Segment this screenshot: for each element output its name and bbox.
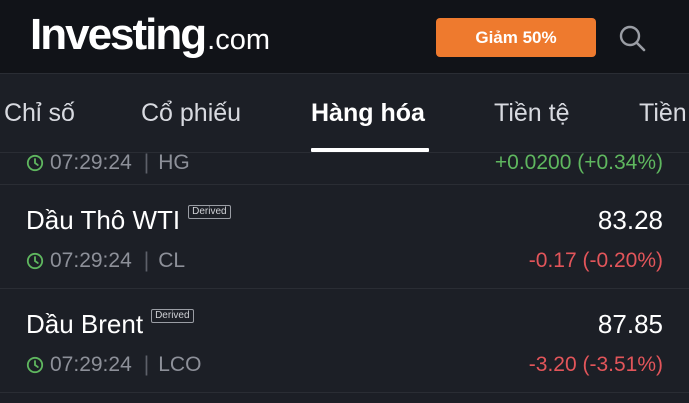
- clock-icon: [26, 154, 44, 172]
- row-change: +0.0200 (+0.34%): [494, 152, 663, 174]
- category-tabs: Chỉ số Cổ phiếu Hàng hóa Tiền tệ Tiền: [0, 74, 689, 153]
- row-meta: 07:29:24 | LCO: [26, 350, 201, 380]
- logo-main-text: Investing: [30, 10, 207, 59]
- row-name: Dầu Brent Derived: [26, 306, 194, 342]
- row-meta: 07:29:24 | HG: [26, 152, 190, 178]
- row-name-text: Dầu Thô WTI: [26, 204, 181, 235]
- tab-chi-so[interactable]: Chỉ số: [4, 74, 75, 152]
- row-name-text: Dầu Brent: [26, 308, 144, 339]
- row-symbol: CL: [158, 249, 186, 272]
- tab-tien-te[interactable]: Tiền tệ: [494, 74, 570, 152]
- investing-logo[interactable]: Investing .com: [30, 10, 270, 60]
- tab-co-phieu[interactable]: Cổ phiếu: [141, 74, 241, 152]
- row-time: 07:29:24: [50, 152, 132, 174]
- separator: |: [143, 249, 150, 272]
- logo-suffix-text: .com: [207, 24, 270, 56]
- derived-badge: Derived: [151, 309, 194, 323]
- list-item-brent[interactable]: Dầu Brent Derived 87.85 07:29:24 | LCO -…: [0, 288, 689, 393]
- row-change: -0.17 (-0.20%): [528, 249, 663, 272]
- tab-tien[interactable]: Tiền: [639, 74, 687, 152]
- top-header: Investing .com Giảm 50%: [0, 0, 689, 74]
- row-symbol: LCO: [158, 353, 202, 376]
- search-icon: [619, 25, 646, 52]
- derived-badge: Derived: [188, 205, 231, 219]
- app: Investing .com Giảm 50% Chỉ số Cổ phiếu …: [0, 0, 689, 403]
- list-item-wti[interactable]: Dầu Thô WTI Derived 83.28 07:29:24 | CL …: [0, 184, 689, 289]
- promo-button[interactable]: Giảm 50%: [436, 18, 596, 57]
- row-change: -3.20 (-3.51%): [528, 353, 663, 376]
- search-button[interactable]: [616, 22, 650, 56]
- row-meta: 07:29:24 | CL: [26, 246, 185, 276]
- row-price: 83.28: [597, 205, 663, 235]
- row-time: 07:29:24: [50, 249, 132, 272]
- clock-icon: [26, 356, 44, 374]
- commodity-list: 07:29:24 | HG +0.0200 (+0.34%) Dầu Thô W…: [0, 152, 689, 403]
- row-name: Dầu Thô WTI Derived: [26, 202, 231, 238]
- row-price: 87.85: [597, 309, 663, 339]
- row-time: 07:29:24: [50, 353, 132, 376]
- clock-icon: [26, 252, 44, 270]
- separator: |: [143, 152, 150, 174]
- tab-hang-hoa[interactable]: Hàng hóa: [311, 74, 425, 152]
- list-item-copper[interactable]: 07:29:24 | HG +0.0200 (+0.34%): [0, 152, 689, 185]
- separator: |: [143, 353, 150, 376]
- row-symbol: HG: [158, 152, 190, 174]
